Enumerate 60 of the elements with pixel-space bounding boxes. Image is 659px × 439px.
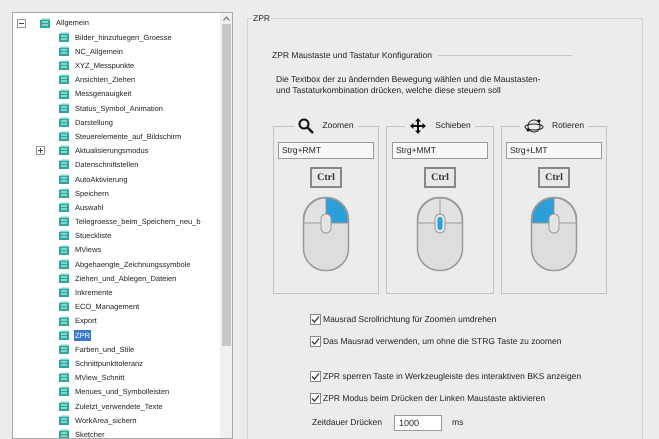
scrollbar-thumb[interactable] [222,24,230,346]
cube-icon [58,258,70,270]
cube-icon [58,316,70,327]
cube-icon [58,272,70,284]
cube-icon [58,174,70,185]
checkbox[interactable] [310,393,321,404]
checkbox[interactable] [310,336,321,348]
cube-icon [58,188,70,199]
cube-icon [58,358,70,370]
cube-icon [39,18,51,29]
expand-icon[interactable] [36,146,45,156]
description-text: Die Textbox der zu ändernden Bewegung wählen und die Maustasten- und Tastaturkombination drücken, welche diese steuern soll [276,74,542,96]
checkbox[interactable] [310,371,321,382]
collapse-icon[interactable] [17,18,26,28]
section-heading: ZPR Maustaste und Tastatur Konfiguration [272,49,432,62]
cube-icon [58,301,70,312]
unit-label: ms [452,416,464,430]
cube-icon [58,102,70,114]
shortcut-field[interactable]: Strg+LMT [506,142,602,159]
cube-icon [58,400,70,412]
cube-icon [58,202,70,214]
action-label: Zoomen [322,119,354,132]
checkbox[interactable] [310,314,321,326]
cube-icon [58,386,70,398]
key-cap: Ctrl [424,166,456,188]
cube-icon [58,287,70,298]
cube-icon [58,88,70,100]
option-label: ZPR sperren Taste in Werkzeugleiste des interaktiven BKS anzeigen [323,370,582,384]
cube-icon [58,32,70,43]
cube-icon [58,159,70,170]
cube-icon [58,216,70,228]
duration-field[interactable]: 1000 [394,414,442,431]
search-icon [298,118,314,134]
option-label: ZPR Modus beim Drücken der Linken Maustaste aktivieren [323,392,546,406]
cube-icon [58,46,70,57]
cube-icon [58,230,70,242]
scrollbar[interactable] [220,13,232,438]
cube-icon [58,145,70,156]
action-label: Rotieren [552,119,584,132]
cube-icon [58,372,70,384]
cube-icon [58,131,70,142]
cube-icon [58,429,70,438]
shortcut-field[interactable]: Strg+RMT [278,142,374,159]
option-label: Mausrad Scrollrichtung für Zoomen umdrehen [323,313,496,326]
orbit-icon [524,116,544,135]
cube-icon [58,116,70,128]
move-arrows-icon [409,116,428,135]
cube-icon [58,60,70,72]
key-cap: Ctrl [310,166,342,188]
cube-icon [58,244,70,256]
cube-icon [58,344,70,355]
duration-label: Zeitdauer Drücken [312,416,383,430]
shortcut-field[interactable]: Strg+MMT [392,142,488,159]
option-label: Das Mausrad verwenden, um ohne die STRG Taste zu zoomen [323,335,562,348]
cube-icon [58,74,70,86]
action-label: Schieben [435,119,471,132]
scroll-up-icon[interactable] [222,16,230,21]
key-cap: Ctrl [538,166,570,188]
cube-icon [58,414,70,426]
cube-icon [58,330,70,341]
